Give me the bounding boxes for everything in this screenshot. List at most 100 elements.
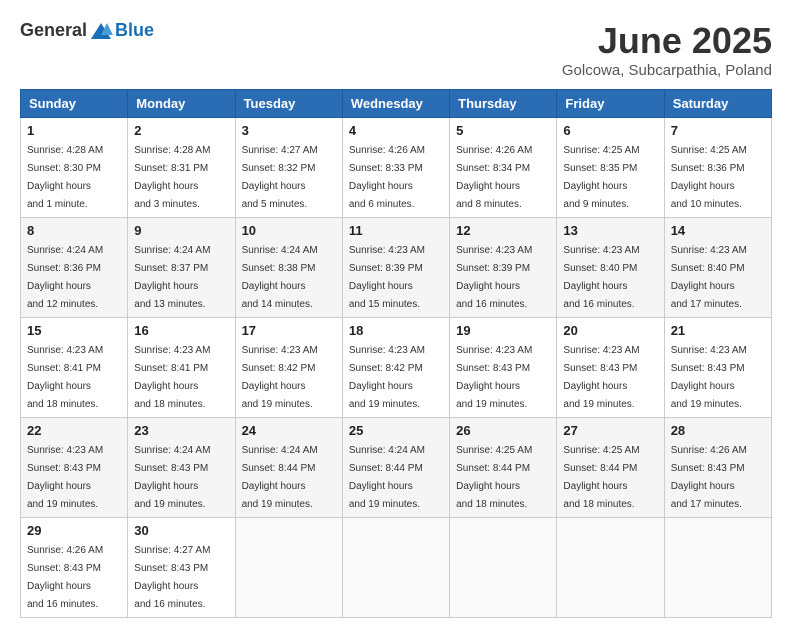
logo-icon [89,21,113,41]
table-row: 12 Sunrise: 4:23 AMSunset: 8:39 PMDaylig… [450,218,557,318]
header-wednesday: Wednesday [342,90,449,118]
day-number: 3 [242,123,336,138]
header-monday: Monday [128,90,235,118]
day-number: 8 [27,223,121,238]
day-info: Sunrise: 4:24 AMSunset: 8:37 PMDaylight … [134,245,210,310]
table-row [450,518,557,618]
day-info: Sunrise: 4:23 AMSunset: 8:43 PMDaylight … [563,345,639,410]
header-saturday: Saturday [664,90,771,118]
table-row: 10 Sunrise: 4:24 AMSunset: 8:38 PMDaylig… [235,218,342,318]
day-info: Sunrise: 4:27 AMSunset: 8:32 PMDaylight … [242,145,318,210]
day-info: Sunrise: 4:23 AMSunset: 8:39 PMDaylight … [456,245,532,310]
table-row: 30 Sunrise: 4:27 AMSunset: 8:43 PMDaylig… [128,518,235,618]
day-number: 10 [242,223,336,238]
day-number: 30 [134,523,228,538]
day-number: 4 [349,123,443,138]
day-info: Sunrise: 4:28 AMSunset: 8:31 PMDaylight … [134,145,210,210]
table-row [342,518,449,618]
calendar-row: 1 Sunrise: 4:28 AMSunset: 8:30 PMDayligh… [21,118,772,218]
header-sunday: Sunday [21,90,128,118]
header-friday: Friday [557,90,664,118]
day-number: 14 [671,223,765,238]
table-row: 14 Sunrise: 4:23 AMSunset: 8:40 PMDaylig… [664,218,771,318]
day-number: 6 [563,123,657,138]
calendar-header-row: Sunday Monday Tuesday Wednesday Thursday… [21,90,772,118]
table-row: 7 Sunrise: 4:25 AMSunset: 8:36 PMDayligh… [664,118,771,218]
day-info: Sunrise: 4:23 AMSunset: 8:43 PMDaylight … [27,445,103,510]
table-row: 25 Sunrise: 4:24 AMSunset: 8:44 PMDaylig… [342,418,449,518]
table-row: 24 Sunrise: 4:24 AMSunset: 8:44 PMDaylig… [235,418,342,518]
table-row: 16 Sunrise: 4:23 AMSunset: 8:41 PMDaylig… [128,318,235,418]
day-number: 18 [349,323,443,338]
day-info: Sunrise: 4:24 AMSunset: 8:44 PMDaylight … [349,445,425,510]
day-info: Sunrise: 4:26 AMSunset: 8:43 PMDaylight … [671,445,747,510]
day-info: Sunrise: 4:23 AMSunset: 8:41 PMDaylight … [134,345,210,410]
day-info: Sunrise: 4:23 AMSunset: 8:40 PMDaylight … [671,245,747,310]
day-number: 19 [456,323,550,338]
day-number: 26 [456,423,550,438]
table-row: 2 Sunrise: 4:28 AMSunset: 8:31 PMDayligh… [128,118,235,218]
day-info: Sunrise: 4:24 AMSunset: 8:44 PMDaylight … [242,445,318,510]
table-row: 19 Sunrise: 4:23 AMSunset: 8:43 PMDaylig… [450,318,557,418]
day-number: 1 [27,123,121,138]
table-row: 13 Sunrise: 4:23 AMSunset: 8:40 PMDaylig… [557,218,664,318]
day-number: 11 [349,223,443,238]
logo-blue: Blue [115,20,154,41]
day-info: Sunrise: 4:27 AMSunset: 8:43 PMDaylight … [134,545,210,610]
day-info: Sunrise: 4:26 AMSunset: 8:34 PMDaylight … [456,145,532,210]
table-row: 28 Sunrise: 4:26 AMSunset: 8:43 PMDaylig… [664,418,771,518]
day-number: 25 [349,423,443,438]
day-info: Sunrise: 4:24 AMSunset: 8:43 PMDaylight … [134,445,210,510]
day-number: 28 [671,423,765,438]
day-info: Sunrise: 4:26 AMSunset: 8:43 PMDaylight … [27,545,103,610]
day-number: 17 [242,323,336,338]
calendar-table: Sunday Monday Tuesday Wednesday Thursday… [20,89,772,618]
title-area: June 2025 Golcowa, Subcarpathia, Poland [562,20,772,79]
day-number: 20 [563,323,657,338]
calendar-row: 8 Sunrise: 4:24 AMSunset: 8:36 PMDayligh… [21,218,772,318]
table-row: 9 Sunrise: 4:24 AMSunset: 8:37 PMDayligh… [128,218,235,318]
table-row: 21 Sunrise: 4:23 AMSunset: 8:43 PMDaylig… [664,318,771,418]
day-info: Sunrise: 4:23 AMSunset: 8:42 PMDaylight … [242,345,318,410]
table-row: 18 Sunrise: 4:23 AMSunset: 8:42 PMDaylig… [342,318,449,418]
day-info: Sunrise: 4:25 AMSunset: 8:44 PMDaylight … [456,445,532,510]
day-info: Sunrise: 4:25 AMSunset: 8:44 PMDaylight … [563,445,639,510]
logo: General Blue [20,20,154,41]
day-info: Sunrise: 4:23 AMSunset: 8:42 PMDaylight … [349,345,425,410]
logo-general: General [20,20,87,41]
calendar-row: 29 Sunrise: 4:26 AMSunset: 8:43 PMDaylig… [21,518,772,618]
day-number: 9 [134,223,228,238]
table-row: 8 Sunrise: 4:24 AMSunset: 8:36 PMDayligh… [21,218,128,318]
header-tuesday: Tuesday [235,90,342,118]
day-info: Sunrise: 4:28 AMSunset: 8:30 PMDaylight … [27,145,103,210]
month-title: June 2025 [562,20,772,62]
table-row: 17 Sunrise: 4:23 AMSunset: 8:42 PMDaylig… [235,318,342,418]
table-row: 3 Sunrise: 4:27 AMSunset: 8:32 PMDayligh… [235,118,342,218]
day-info: Sunrise: 4:26 AMSunset: 8:33 PMDaylight … [349,145,425,210]
table-row [664,518,771,618]
day-number: 29 [27,523,121,538]
page-header: General Blue June 2025 Golcowa, Subcarpa… [20,20,772,79]
table-row: 15 Sunrise: 4:23 AMSunset: 8:41 PMDaylig… [21,318,128,418]
day-info: Sunrise: 4:23 AMSunset: 8:41 PMDaylight … [27,345,103,410]
table-row: 11 Sunrise: 4:23 AMSunset: 8:39 PMDaylig… [342,218,449,318]
day-info: Sunrise: 4:24 AMSunset: 8:38 PMDaylight … [242,245,318,310]
table-row [557,518,664,618]
day-number: 27 [563,423,657,438]
day-info: Sunrise: 4:23 AMSunset: 8:40 PMDaylight … [563,245,639,310]
day-info: Sunrise: 4:25 AMSunset: 8:35 PMDaylight … [563,145,639,210]
day-info: Sunrise: 4:25 AMSunset: 8:36 PMDaylight … [671,145,747,210]
table-row: 20 Sunrise: 4:23 AMSunset: 8:43 PMDaylig… [557,318,664,418]
table-row: 1 Sunrise: 4:28 AMSunset: 8:30 PMDayligh… [21,118,128,218]
day-info: Sunrise: 4:23 AMSunset: 8:43 PMDaylight … [671,345,747,410]
table-row: 5 Sunrise: 4:26 AMSunset: 8:34 PMDayligh… [450,118,557,218]
calendar-row: 15 Sunrise: 4:23 AMSunset: 8:41 PMDaylig… [21,318,772,418]
day-number: 21 [671,323,765,338]
calendar-row: 22 Sunrise: 4:23 AMSunset: 8:43 PMDaylig… [21,418,772,518]
table-row: 27 Sunrise: 4:25 AMSunset: 8:44 PMDaylig… [557,418,664,518]
day-info: Sunrise: 4:24 AMSunset: 8:36 PMDaylight … [27,245,103,310]
day-number: 13 [563,223,657,238]
table-row: 4 Sunrise: 4:26 AMSunset: 8:33 PMDayligh… [342,118,449,218]
day-info: Sunrise: 4:23 AMSunset: 8:39 PMDaylight … [349,245,425,310]
table-row: 23 Sunrise: 4:24 AMSunset: 8:43 PMDaylig… [128,418,235,518]
